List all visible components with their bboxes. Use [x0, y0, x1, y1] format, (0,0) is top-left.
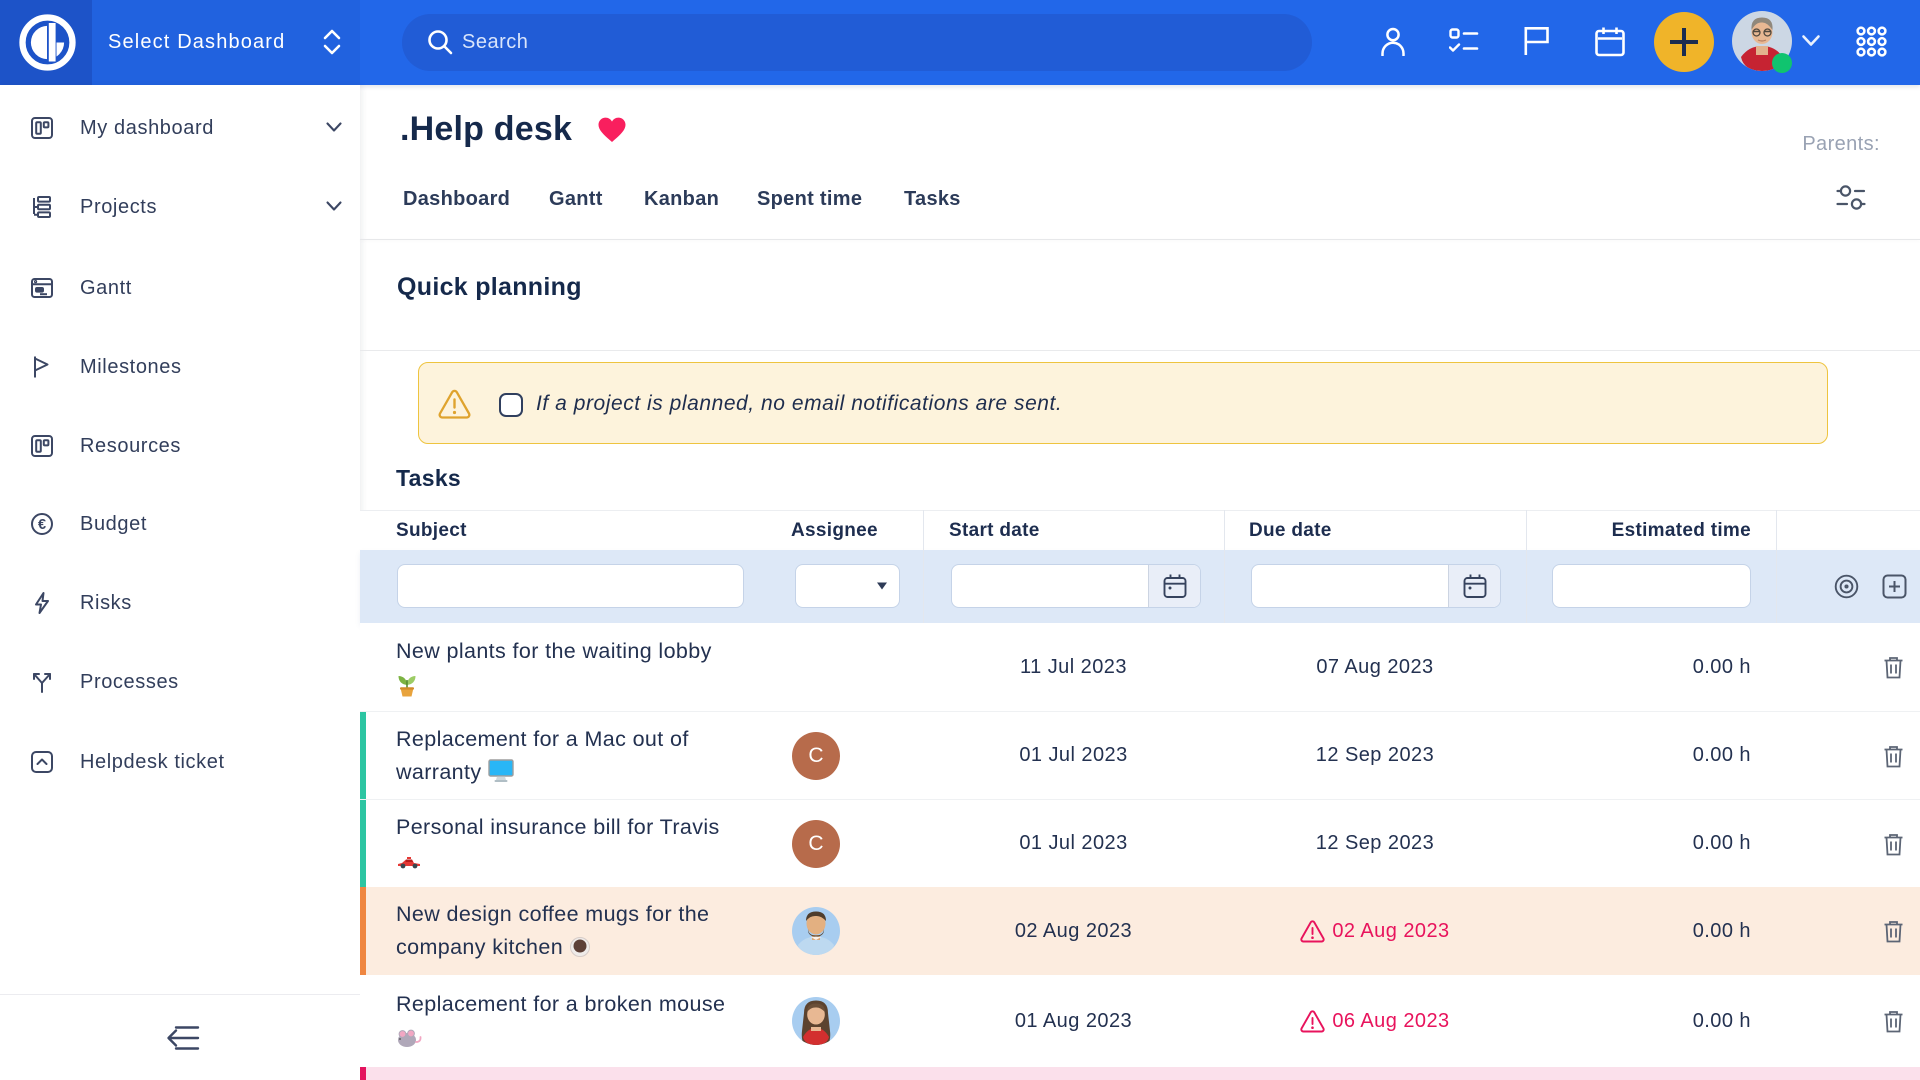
svg-text:€: €	[38, 517, 46, 533]
